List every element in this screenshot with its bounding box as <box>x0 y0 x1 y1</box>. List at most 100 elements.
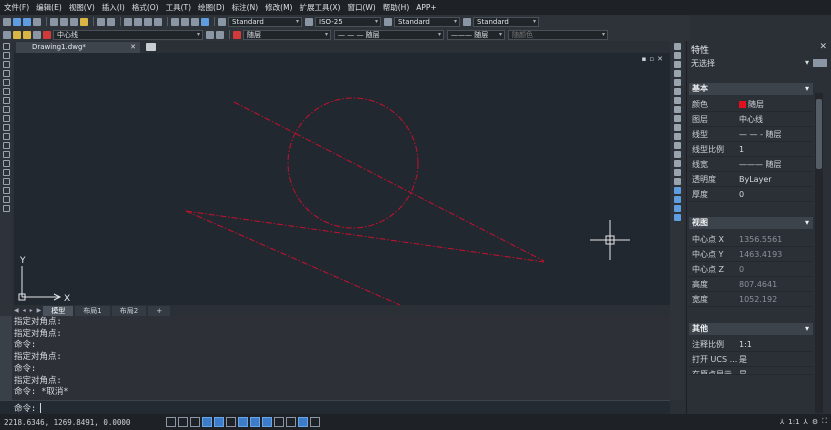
menu-app[interactable]: APP+ <box>416 3 436 12</box>
first-tab-icon[interactable]: ◀ <box>14 307 19 314</box>
osnap-settings-icon[interactable] <box>673 214 681 221</box>
print-icon[interactable] <box>33 17 41 26</box>
section-view[interactable]: 视图 <box>689 217 813 229</box>
zoom-window-icon[interactable] <box>144 17 152 26</box>
section-basic[interactable]: 基本 <box>689 83 813 95</box>
spline-icon[interactable] <box>2 115 10 122</box>
object-snap-tracking-icon[interactable] <box>238 417 248 427</box>
layer-lock-icon[interactable] <box>33 30 41 39</box>
fillet-icon[interactable] <box>673 169 681 176</box>
close-icon[interactable]: ✕ <box>819 42 827 52</box>
new-file-icon[interactable] <box>3 17 11 26</box>
drawing-canvas[interactable]: ▪▫✕ Y X <box>14 53 670 305</box>
prop-row-layer[interactable]: 图层 中心线 <box>689 112 813 127</box>
properties-icon[interactable] <box>171 17 179 26</box>
layer-on-icon[interactable] <box>13 30 21 39</box>
multileader-style-select[interactable]: Standard <box>473 16 539 27</box>
extend-icon[interactable] <box>673 133 681 140</box>
prop-row-center-z[interactable]: 中心点 Z0 <box>689 262 813 277</box>
hatch-icon[interactable] <box>2 169 10 176</box>
cut-icon[interactable] <box>50 17 58 26</box>
design-center-icon[interactable] <box>181 17 189 26</box>
make-current-layer-icon[interactable] <box>206 30 214 39</box>
dynamic-input-icon[interactable] <box>262 417 272 427</box>
prop-row-height[interactable]: 高度 807.4641 <box>689 277 813 292</box>
quick-select-icon[interactable] <box>813 59 827 67</box>
command-input[interactable]: 命令: <box>0 400 670 414</box>
prop-row-annotation-scale[interactable]: 注释比例 1:1 <box>689 337 813 352</box>
mirror-icon[interactable] <box>673 61 681 68</box>
last-tab-icon[interactable]: ▶ <box>37 307 42 314</box>
properties-scrollbar[interactable] <box>815 93 823 413</box>
section-misc[interactable]: 其他 <box>689 323 813 335</box>
prop-row-lineweight[interactable]: 线宽 ——— 随层 <box>689 157 813 172</box>
pan-icon[interactable] <box>124 17 132 26</box>
polygon-icon[interactable] <box>2 70 10 77</box>
osnap-midpoint-icon[interactable] <box>673 196 681 203</box>
isometric-icon[interactable] <box>226 417 236 427</box>
menu-insert[interactable]: 插入(I) <box>102 2 125 13</box>
point-icon[interactable] <box>2 160 10 167</box>
copy-icon[interactable] <box>60 17 68 26</box>
stretch-icon[interactable] <box>673 115 681 122</box>
lineweight-display-icon[interactable] <box>274 417 284 427</box>
make-block-icon[interactable] <box>2 151 10 158</box>
close-icon[interactable]: ✕ <box>130 42 136 53</box>
dynamic-ucs-icon[interactable] <box>250 417 260 427</box>
prop-row-linetype[interactable]: 线型 — — - 随层 <box>689 127 813 142</box>
prop-row-ucs-origin[interactable]: 在原点显示... 是 <box>689 367 813 375</box>
zoom-previous-icon[interactable] <box>154 17 162 26</box>
polar-tracking-icon[interactable] <box>202 417 212 427</box>
table-style-select[interactable]: Standard <box>394 16 460 27</box>
layer-manager-icon[interactable] <box>3 30 11 39</box>
prop-row-transparency[interactable]: 透明度 ByLayer <box>689 172 813 187</box>
layer-freeze-icon[interactable] <box>23 30 31 39</box>
prop-row-ucs-on[interactable]: 打开 UCS ... 是 <box>689 352 813 367</box>
osnap-endpoint-icon[interactable] <box>673 187 681 194</box>
help-icon[interactable] <box>201 17 209 26</box>
array-icon[interactable] <box>673 79 681 86</box>
menu-view[interactable]: 视图(V) <box>69 2 95 13</box>
construction-line-icon[interactable] <box>2 52 10 59</box>
layer-select[interactable]: 中心线 <box>53 29 203 40</box>
annotation-monitor-icon[interactable] <box>310 417 320 427</box>
paste-icon[interactable] <box>70 17 78 26</box>
rotate-icon[interactable] <box>673 97 681 104</box>
polyline-icon[interactable] <box>2 61 10 68</box>
transparency-icon[interactable] <box>286 417 296 427</box>
tab-model[interactable]: 模型 <box>43 305 74 316</box>
break-icon[interactable] <box>673 142 681 149</box>
prop-row-color[interactable]: 颜色 随层 <box>689 97 813 112</box>
insert-block-icon[interactable] <box>2 142 10 149</box>
erase-icon[interactable] <box>673 43 681 50</box>
prop-row-center-x[interactable]: 中心点 X 1356.5561 <box>689 232 813 247</box>
tool-palette-icon[interactable] <box>191 17 199 26</box>
dim-style-select[interactable]: ISO-25 <box>315 16 381 27</box>
linetype-select[interactable]: — — — 随层 <box>334 29 444 40</box>
rectangle-icon[interactable] <box>2 79 10 86</box>
menu-format[interactable]: 格式(O) <box>132 2 159 13</box>
annotation-visibility-icon[interactable]: ⅄ <box>804 418 808 426</box>
redo-icon[interactable] <box>107 17 115 26</box>
scale-icon[interactable] <box>673 106 681 113</box>
ellipse-arc-icon[interactable] <box>2 133 10 140</box>
annotation-scale-value[interactable]: 1:1 <box>788 418 799 426</box>
prop-row-center-y[interactable]: 中心点 Y 1463.4193 <box>689 247 813 262</box>
menu-extension-tools[interactable]: 扩展工具(X) <box>299 2 340 13</box>
previous-layer-icon[interactable] <box>216 30 224 39</box>
menu-edit[interactable]: 编辑(E) <box>36 2 62 13</box>
grid-icon[interactable] <box>166 417 176 427</box>
workspace-gear-icon[interactable]: ⚙ <box>812 418 818 426</box>
prop-row-thickness[interactable]: 厚度 0 <box>689 187 813 202</box>
move-icon[interactable] <box>673 88 681 95</box>
next-tab-icon[interactable]: ▸ <box>30 307 33 314</box>
match-properties-icon[interactable] <box>80 17 88 26</box>
arc-icon[interactable] <box>2 88 10 95</box>
tab-layout1[interactable]: 布局1 <box>75 305 110 316</box>
snap-icon[interactable] <box>178 417 188 427</box>
fullscreen-icon[interactable]: ⛶ <box>822 417 827 426</box>
annotation-scale-icon[interactable]: ⅄ <box>780 418 784 426</box>
previous-tab-icon[interactable]: ◂ <box>23 307 26 314</box>
mtext-icon[interactable] <box>2 205 10 212</box>
command-window-grip[interactable] <box>0 316 12 400</box>
